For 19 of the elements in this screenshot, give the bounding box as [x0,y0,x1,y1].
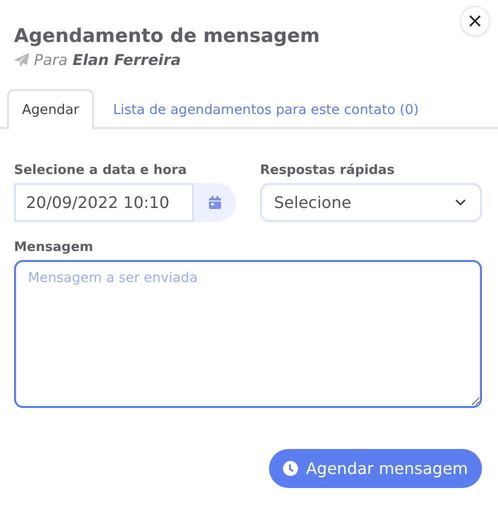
quick-replies-dropdown[interactable]: Selecione [260,183,482,222]
field-label: Selecione a data e hora [14,163,188,178]
recipient-name: Elan Ferreira [72,51,181,69]
dialog-title: Agendamento de mensagem [14,24,321,49]
close-icon [469,15,481,27]
tab[interactable]: Agendar [7,89,94,129]
chevron-down-icon [455,199,466,206]
paper-plane-icon [14,53,29,67]
tab[interactable]: Lista de agendamentos para este contato (0) [98,89,434,129]
recipient-prefix: Para [34,51,68,69]
schedule-message-button[interactable]: Agendar mensagem [268,449,482,488]
date-field[interactable]: 20/09/2022 10:10 [14,183,194,222]
calendar-button[interactable] [194,183,236,222]
close-button[interactable] [460,6,490,36]
clock-icon [282,461,298,476]
message-field[interactable]: Mensagem a ser enviada [14,260,482,408]
field-label: Mensagem [14,240,94,255]
field-label: Respostas rápidas [260,163,396,178]
calendar-icon [209,196,221,209]
